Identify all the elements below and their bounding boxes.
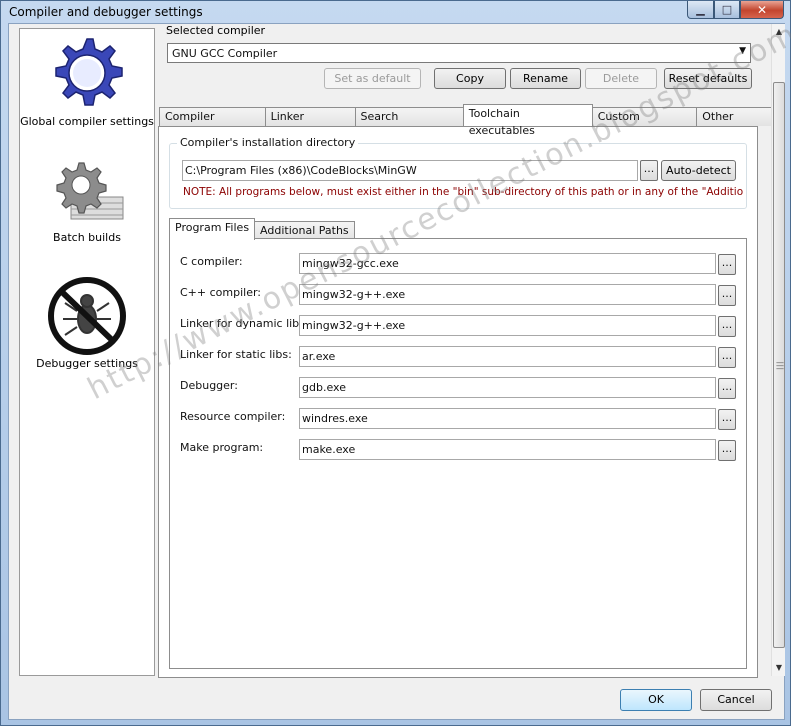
- no-bug-icon: [48, 277, 126, 355]
- vertical-scrollbar[interactable]: ▲ — — — ▼: [771, 24, 785, 676]
- auto-detect-button[interactable]: Auto-detect: [661, 160, 736, 181]
- delete-button[interactable]: Delete: [585, 68, 657, 89]
- scroll-down-icon[interactable]: ▼: [772, 660, 786, 676]
- chevron-down-icon[interactable]: ▼: [739, 46, 746, 56]
- compiler-select-value: GNU GCC Compiler: [172, 47, 278, 60]
- install-dir-group: Compiler's installation directory C:\Pro…: [169, 136, 747, 209]
- program-subtabs: Program Files Additional Paths: [169, 218, 355, 240]
- debugger-input[interactable]: gdb.exe: [299, 377, 716, 398]
- program-files-panel: C compiler: mingw32-gcc.exe ... C++ comp…: [169, 238, 747, 669]
- tab-program-files[interactable]: Program Files: [169, 218, 256, 240]
- window-title: Compiler and debugger settings: [9, 5, 203, 19]
- browse-cpp-compiler-button[interactable]: ...: [718, 285, 736, 306]
- install-dir-title: Compiler's installation directory: [177, 136, 359, 149]
- scroll-up-icon[interactable]: ▲: [772, 24, 786, 40]
- category-global-compiler[interactable]: Global compiler settings: [20, 33, 154, 128]
- selected-compiler-label: Selected compiler: [166, 24, 266, 37]
- batch-gear-icon: [56, 162, 124, 220]
- cpp-compiler-input[interactable]: mingw32-g++.exe: [299, 284, 716, 305]
- browse-make-program-button[interactable]: ...: [718, 440, 736, 461]
- category-debugger-settings[interactable]: Debugger settings: [20, 277, 154, 370]
- settings-tabs: Compiler settings Linker settings Search…: [159, 104, 785, 140]
- category-label: Debugger settings: [36, 357, 138, 370]
- static-linker-input[interactable]: ar.exe: [299, 346, 716, 367]
- browse-static-linker-button[interactable]: ...: [718, 347, 736, 368]
- install-dir-note: NOTE: All programs below, must exist eit…: [183, 186, 743, 198]
- browse-c-compiler-button[interactable]: ...: [718, 254, 736, 275]
- tab-custom-variables[interactable]: Custom variables: [591, 107, 698, 140]
- category-label: Global compiler settings: [20, 115, 154, 128]
- debugger-label: Debugger:: [180, 379, 238, 392]
- make-program-input[interactable]: make.exe: [299, 439, 716, 460]
- dynamic-linker-label: Linker for dynamic libs:: [180, 317, 309, 330]
- tab-toolchain-executables[interactable]: Toolchain executables: [462, 104, 593, 137]
- tab-compiler-settings[interactable]: Compiler settings: [159, 107, 266, 140]
- browse-resource-compiler-button[interactable]: ...: [718, 409, 736, 430]
- scrollbar-thumb[interactable]: — — —: [773, 82, 785, 648]
- reset-defaults-button[interactable]: Reset defaults: [664, 68, 752, 89]
- gear-icon: [55, 38, 123, 106]
- copy-button[interactable]: Copy: [434, 68, 506, 89]
- tab-search-directories[interactable]: Search directories: [354, 107, 464, 140]
- browse-install-dir-button[interactable]: ...: [640, 160, 658, 181]
- maximize-button[interactable]: □: [714, 1, 740, 19]
- install-dir-input[interactable]: C:\Program Files (x86)\CodeBlocks\MinGW: [182, 160, 638, 181]
- caption-buttons: ▁ □ ✕: [687, 1, 784, 19]
- grip-icon: — — —: [776, 358, 784, 373]
- set-as-default-button[interactable]: Set as default: [324, 68, 421, 89]
- c-compiler-input[interactable]: mingw32-gcc.exe: [299, 253, 716, 274]
- category-label: Batch builds: [53, 231, 121, 244]
- title-bar[interactable]: Compiler and debugger settings ▁ □ ✕: [1, 1, 790, 23]
- compiler-select[interactable]: GNU GCC Compiler ▼: [167, 43, 751, 63]
- resource-compiler-label: Resource compiler:: [180, 410, 286, 423]
- rename-button[interactable]: Rename: [510, 68, 581, 89]
- toolchain-panel: Compiler's installation directory C:\Pro…: [158, 126, 758, 678]
- dialog-client-area: Global compiler settings Batch builds De…: [8, 23, 785, 720]
- static-linker-label: Linker for static libs:: [180, 348, 292, 361]
- category-batch-builds[interactable]: Batch builds: [20, 159, 154, 244]
- dialog-window: Compiler and debugger settings ▁ □ ✕ Glo…: [0, 0, 791, 726]
- minimize-button[interactable]: ▁: [687, 1, 714, 19]
- c-compiler-label: C compiler:: [180, 255, 243, 268]
- category-list: Global compiler settings Batch builds De…: [19, 28, 155, 676]
- ok-button[interactable]: OK: [620, 689, 692, 711]
- cpp-compiler-label: C++ compiler:: [180, 286, 262, 299]
- browse-dynamic-linker-button[interactable]: ...: [718, 316, 736, 337]
- dynamic-linker-input[interactable]: mingw32-g++.exe: [299, 315, 716, 336]
- browse-debugger-button[interactable]: ...: [718, 378, 736, 399]
- make-program-label: Make program:: [180, 441, 264, 454]
- close-button[interactable]: ✕: [740, 1, 784, 19]
- cancel-button[interactable]: Cancel: [700, 689, 772, 711]
- tab-linker-settings[interactable]: Linker settings: [264, 107, 356, 140]
- resource-compiler-input[interactable]: windres.exe: [299, 408, 716, 429]
